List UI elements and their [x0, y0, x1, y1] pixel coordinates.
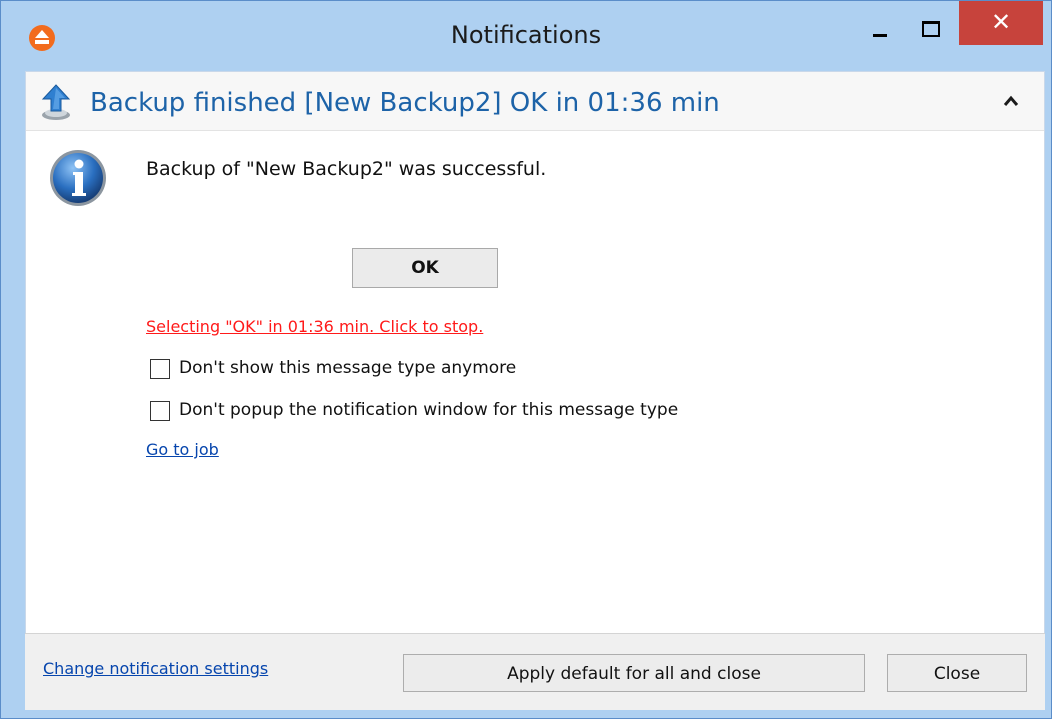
upload-icon	[41, 84, 71, 120]
chevron-up-icon[interactable]	[1000, 90, 1022, 112]
auto-select-stop-link[interactable]: Selecting "OK" in 01:36 min. Click to st…	[146, 317, 483, 336]
notifications-window: Notifications ✕ Backup finished [New Bac…	[0, 0, 1052, 719]
notification-title: Backup finished [New Backup2] OK in 01:3…	[90, 88, 720, 118]
close-icon: ✕	[990, 8, 1012, 36]
minimize-button[interactable]	[863, 11, 899, 45]
notification-message: Backup of "New Backup2" was successful.	[146, 158, 547, 180]
window-close-button[interactable]: ✕	[959, 1, 1043, 45]
close-button[interactable]: Close	[887, 654, 1027, 692]
notification-header[interactable]: Backup finished [New Backup2] OK in 01:3…	[26, 72, 1044, 131]
go-to-job-link[interactable]: Go to job	[146, 440, 219, 459]
notification-panel: Backup finished [New Backup2] OK in 01:3…	[25, 71, 1045, 634]
apply-default-close-button[interactable]: Apply default for all and close	[403, 654, 865, 692]
dont-popup-checkbox[interactable]	[150, 401, 170, 421]
dont-popup-checkbox-label[interactable]: Don't popup the notification window for …	[179, 400, 678, 420]
ok-button[interactable]: OK	[352, 248, 498, 288]
dont-show-checkbox[interactable]	[150, 359, 170, 379]
change-notification-settings-link[interactable]: Change notification settings	[43, 659, 268, 678]
minimize-icon	[873, 34, 887, 37]
maximize-icon	[922, 21, 940, 37]
maximize-button[interactable]	[913, 11, 949, 45]
dont-show-checkbox-label[interactable]: Don't show this message type anymore	[179, 358, 516, 378]
info-icon	[50, 150, 106, 206]
title-bar[interactable]: Notifications ✕	[1, 1, 1051, 71]
dialog-footer: Change notification settings Apply defau…	[25, 633, 1045, 710]
